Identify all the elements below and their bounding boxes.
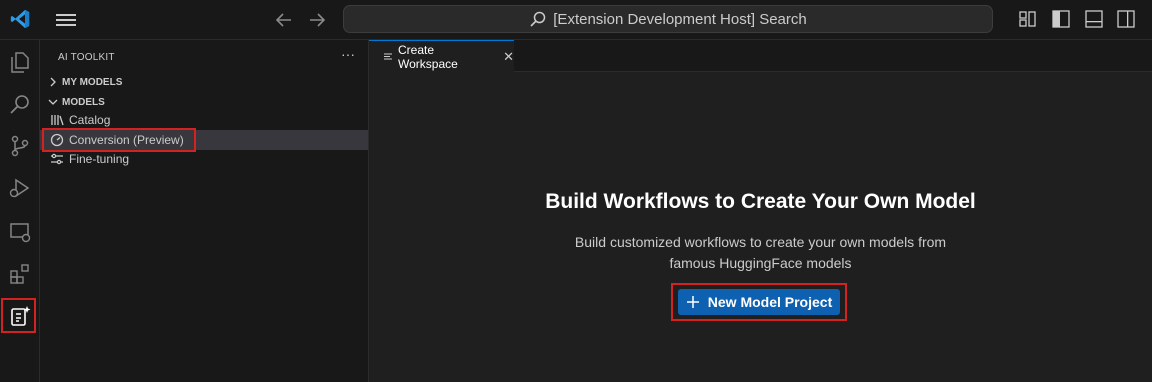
new-model-project-button[interactable]: New Model Project <box>678 289 840 315</box>
button-label: New Model Project <box>707 294 833 310</box>
chevron-down-icon <box>40 97 58 107</box>
more-actions-button[interactable]: ··· <box>341 46 355 62</box>
title-bar: [Extension Development Host] Search <box>0 0 1152 40</box>
search-text: [Extension Development Host] Search <box>553 10 807 28</box>
extensions-icon[interactable] <box>6 260 34 288</box>
tree-item-label: Fine-tuning <box>69 152 130 166</box>
section-label: MY MODELS <box>62 76 123 88</box>
page-description: Build customized workflows to create you… <box>369 232 1152 274</box>
arrow-right-icon[interactable] <box>306 9 328 31</box>
settings-sliders-icon <box>50 152 64 166</box>
preview-icon <box>383 52 393 62</box>
plus-icon <box>686 296 699 308</box>
run-debug-icon[interactable] <box>6 174 34 202</box>
menu-icon[interactable] <box>54 10 78 30</box>
command-center-search[interactable]: [Extension Development Host] Search <box>343 5 993 33</box>
gauge-icon <box>50 133 64 147</box>
search-icon <box>530 11 546 27</box>
tree-item-label: Catalog <box>69 113 111 127</box>
new-model-project-highlight: New Model Project <box>671 283 847 321</box>
ai-toolkit-sidebar: AI TOOLKIT ··· MY MODELS MODELS Catalog … <box>40 40 369 382</box>
close-icon[interactable]: ✕ <box>503 49 514 65</box>
sidebar-title: AI TOOLKIT <box>58 52 115 63</box>
tree-item-label: Conversion (Preview) <box>69 133 184 147</box>
vscode-logo-icon <box>10 9 30 29</box>
tree-item-catalog[interactable]: Catalog <box>40 110 368 130</box>
customize-layout-icon[interactable] <box>1018 9 1038 29</box>
tab-create-workspace[interactable]: Create Workspace ✕ <box>369 40 514 72</box>
toggle-primary-sidebar-icon[interactable] <box>1051 9 1071 29</box>
source-control-icon[interactable] <box>6 132 34 160</box>
ai-toolkit-highlight <box>1 298 36 333</box>
tree-item-fine-tuning[interactable]: Fine-tuning <box>40 149 368 169</box>
section-label: MODELS <box>62 96 105 108</box>
activity-bar <box>0 40 40 382</box>
toggle-secondary-sidebar-icon[interactable] <box>1116 9 1136 29</box>
chevron-right-icon <box>40 77 58 87</box>
section-models[interactable]: MODELS <box>40 92 369 112</box>
remote-explorer-icon[interactable] <box>6 218 34 246</box>
editor-tabs: Create Workspace ✕ <box>369 40 1152 72</box>
explorer-icon[interactable] <box>6 48 34 76</box>
arrow-left-icon[interactable] <box>273 9 295 31</box>
library-icon <box>50 113 64 127</box>
description-line: famous HuggingFace models <box>669 255 852 271</box>
page-title: Build Workflows to Create Your Own Model <box>545 190 976 213</box>
tree-item-conversion[interactable]: Conversion (Preview) <box>40 130 368 150</box>
section-my-models[interactable]: MY MODELS <box>40 72 369 92</box>
tab-label: Create Workspace <box>398 42 458 71</box>
create-workspace-editor: Build Workflows to Create Your Own Model… <box>369 72 1152 382</box>
toggle-panel-icon[interactable] <box>1084 9 1104 29</box>
search-icon[interactable] <box>6 90 34 118</box>
description-line: Build customized workflows to create you… <box>574 234 947 250</box>
